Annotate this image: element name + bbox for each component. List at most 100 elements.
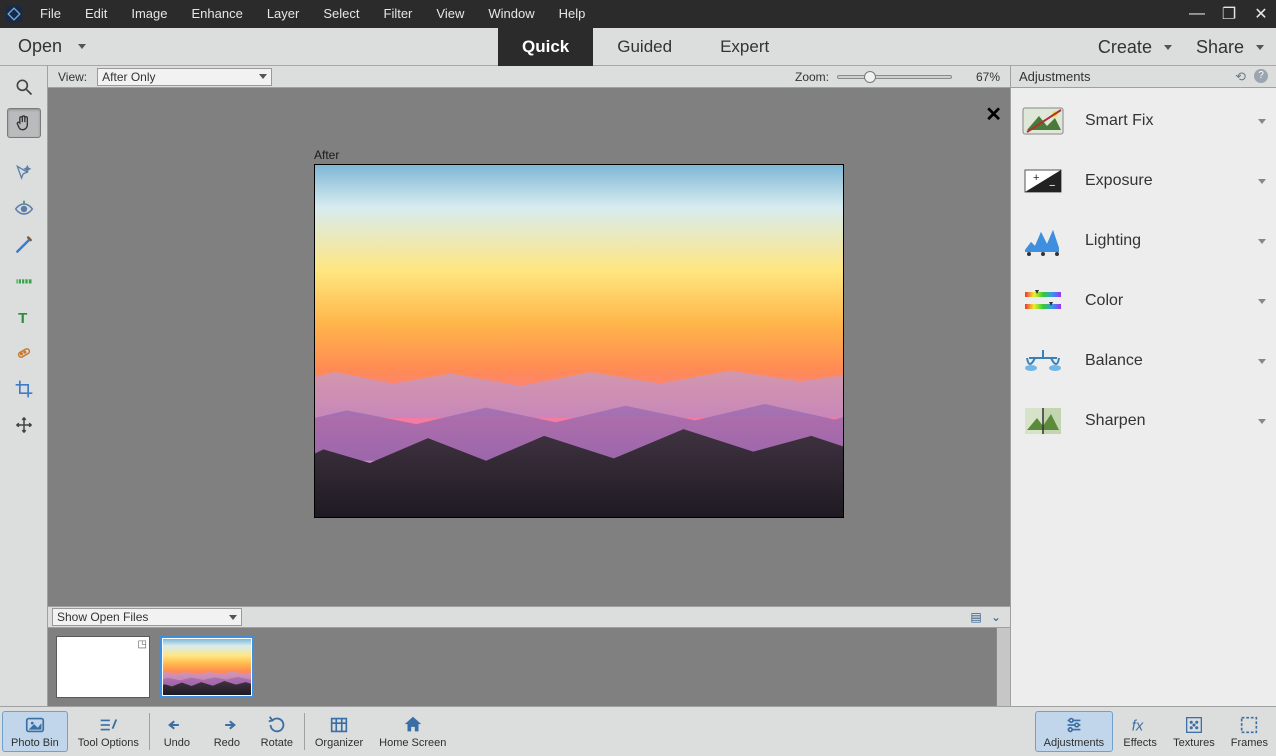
thumbnail-blank[interactable]: ◳ bbox=[56, 636, 150, 698]
expand-icon: ◳ bbox=[138, 639, 147, 650]
tool-red-eye[interactable] bbox=[7, 194, 41, 224]
bottom-bar: Photo Bin Tool Options Undo Redo Rotate … bbox=[0, 706, 1276, 756]
view-mode-select[interactable]: After Only bbox=[97, 68, 272, 86]
toolbox: T bbox=[0, 66, 48, 706]
tool-straighten[interactable] bbox=[7, 266, 41, 296]
chevron-down-icon bbox=[78, 44, 86, 49]
tool-options-icon bbox=[97, 714, 119, 736]
open-files-value: Show Open Files bbox=[57, 610, 148, 624]
photo-bin-icon bbox=[24, 714, 46, 736]
menu-help[interactable]: Help bbox=[547, 0, 598, 28]
menu-image[interactable]: Image bbox=[119, 0, 179, 28]
menu-select[interactable]: Select bbox=[311, 0, 371, 28]
chevron-down-icon bbox=[1258, 359, 1266, 364]
share-label: Share bbox=[1196, 37, 1244, 58]
adj-sharpen[interactable]: Sharpen bbox=[1021, 404, 1266, 438]
bb-adjustments[interactable]: Adjustments bbox=[1035, 711, 1114, 752]
adj-balance[interactable]: Balance bbox=[1021, 344, 1266, 378]
reset-icon[interactable]: ⟲ bbox=[1235, 69, 1246, 85]
adjustments-title: Adjustments bbox=[1019, 69, 1091, 84]
bb-organizer[interactable]: Organizer bbox=[307, 709, 371, 754]
bb-redo[interactable]: Redo bbox=[202, 709, 252, 754]
chevron-down-icon bbox=[1258, 419, 1266, 424]
chevron-down-icon bbox=[1258, 179, 1266, 184]
svg-text:T: T bbox=[18, 310, 27, 327]
bb-label: Effects bbox=[1123, 737, 1156, 749]
bb-undo[interactable]: Undo bbox=[152, 709, 202, 754]
share-button[interactable]: Share bbox=[1196, 37, 1264, 58]
adj-color[interactable]: Color bbox=[1021, 284, 1266, 318]
tab-quick[interactable]: Quick bbox=[498, 28, 593, 66]
bb-rotate[interactable]: Rotate bbox=[252, 709, 302, 754]
list-view-icon[interactable]: ▤ bbox=[966, 610, 986, 624]
canvas-label: After bbox=[314, 148, 339, 162]
tool-whiten-teeth[interactable] bbox=[7, 230, 41, 260]
canvas-zone: ✕ After bbox=[48, 88, 1010, 606]
menu-file[interactable]: File bbox=[28, 0, 73, 28]
adj-label: Smart Fix bbox=[1085, 112, 1238, 130]
canvas-image[interactable] bbox=[314, 164, 844, 518]
bb-photo-bin[interactable]: Photo Bin bbox=[2, 711, 68, 752]
window-close-icon[interactable]: ✕ bbox=[1250, 4, 1272, 24]
menu-layer[interactable]: Layer bbox=[255, 0, 312, 28]
zoom-slider[interactable] bbox=[837, 75, 952, 79]
textures-icon bbox=[1183, 714, 1205, 736]
create-button[interactable]: Create bbox=[1098, 37, 1172, 58]
menu-enhance[interactable]: Enhance bbox=[180, 0, 255, 28]
bb-home-screen[interactable]: Home Screen bbox=[371, 709, 454, 754]
tool-move[interactable] bbox=[7, 410, 41, 440]
close-document-button[interactable]: ✕ bbox=[985, 102, 1002, 127]
open-files-select[interactable]: Show Open Files bbox=[52, 608, 242, 626]
menu-filter[interactable]: Filter bbox=[372, 0, 425, 28]
tool-quick-select[interactable] bbox=[7, 158, 41, 188]
balance-icon bbox=[1021, 344, 1065, 378]
adj-label: Color bbox=[1085, 292, 1238, 310]
tool-zoom[interactable] bbox=[7, 72, 41, 102]
tab-guided[interactable]: Guided bbox=[593, 28, 696, 66]
chevron-down-icon bbox=[1258, 299, 1266, 304]
collapse-bin-icon[interactable]: ⌄ bbox=[986, 610, 1006, 624]
bb-label: Redo bbox=[214, 737, 240, 749]
menu-view[interactable]: View bbox=[424, 0, 476, 28]
center-area: View: After Only Zoom: 67% ✕ After bbox=[48, 66, 1010, 706]
tool-spot-heal[interactable] bbox=[7, 338, 41, 368]
tab-expert[interactable]: Expert bbox=[696, 28, 793, 66]
svg-text:−: − bbox=[1049, 180, 1055, 192]
smart-fix-icon bbox=[1021, 104, 1065, 138]
adjustments-panel: Adjustments ⟲ ? Smart Fix +− Exposure Li… bbox=[1010, 66, 1276, 706]
bb-tool-options[interactable]: Tool Options bbox=[70, 709, 147, 754]
adj-lighting[interactable]: Lighting bbox=[1021, 224, 1266, 258]
adj-exposure[interactable]: +− Exposure bbox=[1021, 164, 1266, 198]
open-button[interactable]: Open bbox=[0, 28, 104, 65]
menu-window[interactable]: Window bbox=[476, 0, 546, 28]
bb-textures[interactable]: Textures bbox=[1165, 709, 1223, 754]
photo-bin-scrollbar[interactable] bbox=[996, 628, 1010, 706]
bb-label: Organizer bbox=[315, 737, 363, 749]
window-minimize-icon[interactable]: — bbox=[1186, 5, 1208, 23]
chevron-down-icon bbox=[1258, 239, 1266, 244]
menubar: File Edit Image Enhance Layer Select Fil… bbox=[0, 0, 1276, 28]
window-restore-icon[interactable]: ❐ bbox=[1218, 4, 1240, 24]
thumbnail-active[interactable] bbox=[160, 636, 254, 698]
menu-edit[interactable]: Edit bbox=[73, 0, 119, 28]
bb-frames[interactable]: Frames bbox=[1223, 709, 1276, 754]
help-icon[interactable]: ? bbox=[1254, 69, 1268, 83]
effects-icon: fx bbox=[1129, 714, 1151, 736]
organizer-icon bbox=[328, 714, 350, 736]
zoom-label: Zoom: bbox=[795, 70, 829, 84]
bb-effects[interactable]: fx Effects bbox=[1115, 709, 1165, 754]
zoom-slider-thumb[interactable] bbox=[864, 71, 876, 83]
tool-text[interactable]: T bbox=[7, 302, 41, 332]
tool-crop[interactable] bbox=[7, 374, 41, 404]
lighting-icon bbox=[1021, 224, 1065, 258]
chevron-down-icon bbox=[259, 74, 267, 79]
modebar: Open Quick Guided Expert Create Share bbox=[0, 28, 1276, 66]
tool-hand[interactable] bbox=[7, 108, 41, 138]
rotate-icon bbox=[266, 714, 288, 736]
adj-label: Exposure bbox=[1085, 172, 1238, 190]
adjustments-icon bbox=[1063, 714, 1085, 736]
bb-label: Home Screen bbox=[379, 737, 446, 749]
view-mode-value: After Only bbox=[102, 70, 155, 84]
adj-smart-fix[interactable]: Smart Fix bbox=[1021, 104, 1266, 138]
bb-label: Tool Options bbox=[78, 737, 139, 749]
